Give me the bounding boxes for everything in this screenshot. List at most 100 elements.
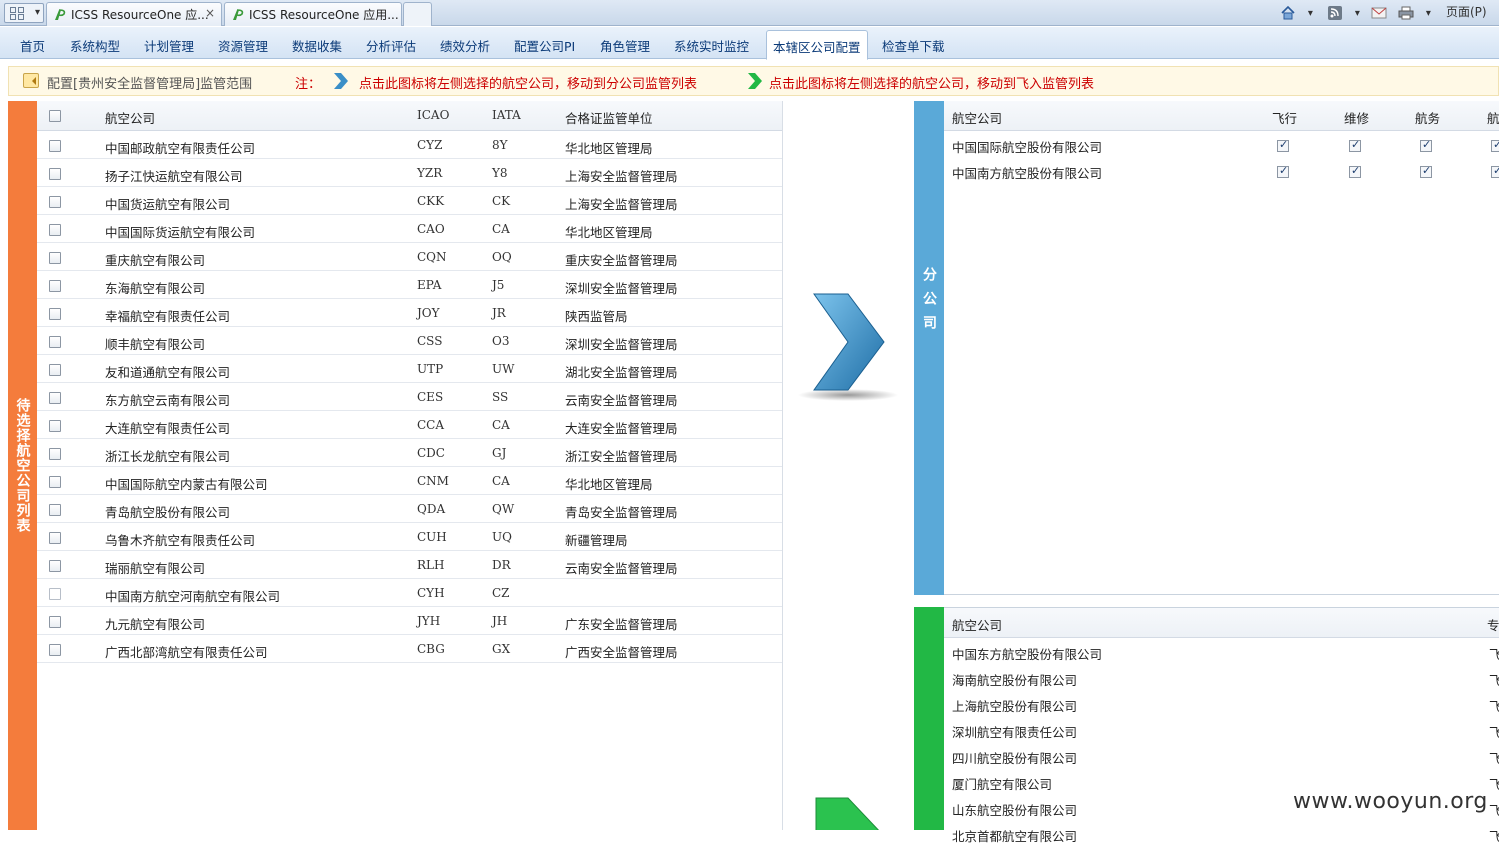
close-icon[interactable]: × xyxy=(205,6,215,20)
more-checkbox[interactable] xyxy=(1491,138,1499,152)
row-checkbox[interactable] xyxy=(49,168,61,180)
icao-code: CQN xyxy=(417,250,447,264)
iata-code: QW xyxy=(492,502,515,516)
table-row[interactable]: 深圳航空有限责任公司 飞 xyxy=(944,717,1499,743)
nav-item-home[interactable]: 首页 xyxy=(20,36,45,55)
table-row[interactable]: 中国国际航空内蒙古有限公司 CNM CA 华北地区管理局 xyxy=(37,467,782,495)
airline-name: 东方航空云南有限公司 xyxy=(105,393,231,408)
row-checkbox[interactable] xyxy=(49,364,61,376)
nav-item-data-collect[interactable]: 数据收集 xyxy=(292,36,342,55)
row-checkbox[interactable] xyxy=(49,252,61,264)
nav-item-system-config[interactable]: 系统构型 xyxy=(70,36,120,55)
table-row[interactable]: 中国货运航空有限公司 CKK CK 上海安全监督管理局 xyxy=(37,187,782,215)
table-row[interactable]: 中国南方航空河南航空有限公司 CYH CZ xyxy=(37,579,782,607)
select-all-checkbox[interactable] xyxy=(49,110,61,122)
table-row[interactable]: 广西北部湾航空有限责任公司 CBG GX 广西安全监督管理局 xyxy=(37,635,782,663)
table-row[interactable]: 顺丰航空有限公司 CSS O3 深圳安全监督管理局 xyxy=(37,327,782,355)
row-checkbox[interactable] xyxy=(49,224,61,236)
nav-item-checklist-download[interactable]: 检查单下载 xyxy=(882,36,945,55)
table-row[interactable]: 中国东方航空股份有限公司 飞 xyxy=(944,639,1499,665)
table-row[interactable]: 中国国际航空股份有限公司 xyxy=(944,132,1499,158)
row-checkbox[interactable] xyxy=(49,560,61,572)
airline-name: 大连航空有限责任公司 xyxy=(105,421,231,436)
icao-code: EPA xyxy=(417,278,442,292)
table-row[interactable]: 重庆航空有限公司 CQN OQ 重庆安全监督管理局 xyxy=(37,243,782,271)
table-row[interactable]: 北京首都航空有限公司 飞 xyxy=(944,821,1499,847)
row-checkbox[interactable] xyxy=(49,392,61,404)
certificate-unit: 深圳安全监督管理局 xyxy=(565,281,678,296)
certificate-unit: 华北地区管理局 xyxy=(565,141,653,156)
airline-name: 深圳航空有限责任公司 xyxy=(952,725,1078,740)
header-icao: ICAO xyxy=(417,108,450,122)
row-checkbox[interactable] xyxy=(49,532,61,544)
dispatch-checkbox[interactable] xyxy=(1420,164,1432,178)
home-button[interactable]: ▾ xyxy=(1280,3,1313,23)
mail-button[interactable] xyxy=(1371,3,1387,23)
row-mark: 飞 xyxy=(1489,647,1499,662)
table-row[interactable]: 幸福航空有限责任公司 JOY JR 陕西监管局 xyxy=(37,299,782,327)
table-row[interactable]: 海南航空股份有限公司 飞 xyxy=(944,665,1499,691)
nav-item-analysis[interactable]: 分析评估 xyxy=(366,36,416,55)
row-checkbox[interactable] xyxy=(49,420,61,432)
table-row[interactable]: 东海航空有限公司 EPA J5 深圳安全监督管理局 xyxy=(37,271,782,299)
table-row[interactable]: 青岛航空股份有限公司 QDA QW 青岛安全监督管理局 xyxy=(37,495,782,523)
flight-checkbox[interactable] xyxy=(1277,138,1289,152)
row-checkbox[interactable] xyxy=(49,140,61,152)
nav-item-performance[interactable]: 绩效分析 xyxy=(440,36,490,55)
row-checkbox[interactable] xyxy=(49,504,61,516)
certificate-unit: 陕西监管局 xyxy=(565,309,628,324)
feeds-button[interactable]: ▾ xyxy=(1327,3,1360,23)
move-to-flyin-button[interactable] xyxy=(808,796,888,830)
table-row[interactable]: 上海航空股份有限公司 飞 xyxy=(944,691,1499,717)
table-row[interactable]: 中国国际货运航空有限公司 CAO CA 华北地区管理局 xyxy=(37,215,782,243)
table-row[interactable]: 扬子江快运航空有限公司 YZR Y8 上海安全监督管理局 xyxy=(37,159,782,187)
row-checkbox[interactable] xyxy=(49,616,61,628)
table-row[interactable]: 四川航空股份有限公司 飞 xyxy=(944,743,1499,769)
nav-item-roles[interactable]: 角色管理 xyxy=(600,36,650,55)
more-checkbox[interactable] xyxy=(1491,164,1499,178)
browser-tab-2[interactable]: ICSS ResourceOne 应用... xyxy=(224,2,402,26)
tab-grid-button[interactable]: ▾ xyxy=(4,3,44,23)
header-dispatch: 航务 xyxy=(1415,111,1441,126)
maintenance-checkbox[interactable] xyxy=(1349,164,1361,178)
row-checkbox[interactable] xyxy=(49,644,61,656)
table-row[interactable]: 乌鲁木齐航空有限责任公司 CUH UQ 新疆管理局 xyxy=(37,523,782,551)
nav-item-realtime-monitor[interactable]: 系统实时监控 xyxy=(674,36,749,55)
certificate-unit: 重庆安全监督管理局 xyxy=(565,253,678,268)
iata-code: CA xyxy=(492,418,510,432)
flight-checkbox[interactable] xyxy=(1277,164,1289,178)
table-row[interactable]: 中国邮政航空有限责任公司 CYZ 8Y 华北地区管理局 xyxy=(37,131,782,159)
iata-code: SS xyxy=(492,390,509,404)
page-menu[interactable]: 页面(P) xyxy=(1446,3,1487,23)
nav-item-plan[interactable]: 计划管理 xyxy=(144,36,194,55)
airline-name: 顺丰航空有限公司 xyxy=(105,337,206,352)
new-tab-button[interactable] xyxy=(403,2,432,26)
row-checkbox[interactable] xyxy=(49,448,61,460)
browser-tab-bar: ▾ ICSS ResourceOne 应... × ICSS ResourceO… xyxy=(0,0,1499,26)
dispatch-checkbox[interactable] xyxy=(1420,138,1432,152)
table-row[interactable]: 东方航空云南有限公司 CES SS 云南安全监督管理局 xyxy=(37,383,782,411)
table-row[interactable]: 瑞丽航空有限公司 RLH DR 云南安全监督管理局 xyxy=(37,551,782,579)
move-to-branch-button[interactable] xyxy=(796,290,900,402)
row-checkbox[interactable] xyxy=(49,196,61,208)
row-checkbox[interactable] xyxy=(49,308,61,320)
table-row[interactable]: 友和道通航空有限公司 UTP UW 湖北安全监督管理局 xyxy=(37,355,782,383)
table-row[interactable]: 浙江长龙航空有限公司 CDC GJ 浙江安全监督管理局 xyxy=(37,439,782,467)
browser-tab-1[interactable]: ICSS ResourceOne 应... × xyxy=(46,2,222,26)
maintenance-checkbox[interactable] xyxy=(1349,138,1361,152)
row-checkbox[interactable] xyxy=(49,280,61,292)
blue-arrow-icon xyxy=(334,73,348,89)
header-iata: IATA xyxy=(492,108,521,122)
table-row[interactable]: 大连航空有限责任公司 CCA CA 大连安全监督管理局 xyxy=(37,411,782,439)
nav-item-region-company-config[interactable]: 本辖区公司配置 xyxy=(766,30,868,60)
row-checkbox[interactable] xyxy=(49,476,61,488)
row-checkbox[interactable] xyxy=(49,336,61,348)
nav-item-company-pi[interactable]: 配置公司PI xyxy=(514,36,575,55)
table-row[interactable]: 九元航空有限公司 JYH JH 广东安全监督管理局 xyxy=(37,607,782,635)
row-checkbox[interactable] xyxy=(49,588,61,600)
print-button[interactable]: ▾ xyxy=(1398,3,1431,23)
row-mark: 飞 xyxy=(1489,829,1499,844)
airline-name: 中国货运航空有限公司 xyxy=(105,197,231,212)
table-row[interactable]: 中国南方航空股份有限公司 xyxy=(944,158,1499,184)
nav-item-resource[interactable]: 资源管理 xyxy=(218,36,268,55)
